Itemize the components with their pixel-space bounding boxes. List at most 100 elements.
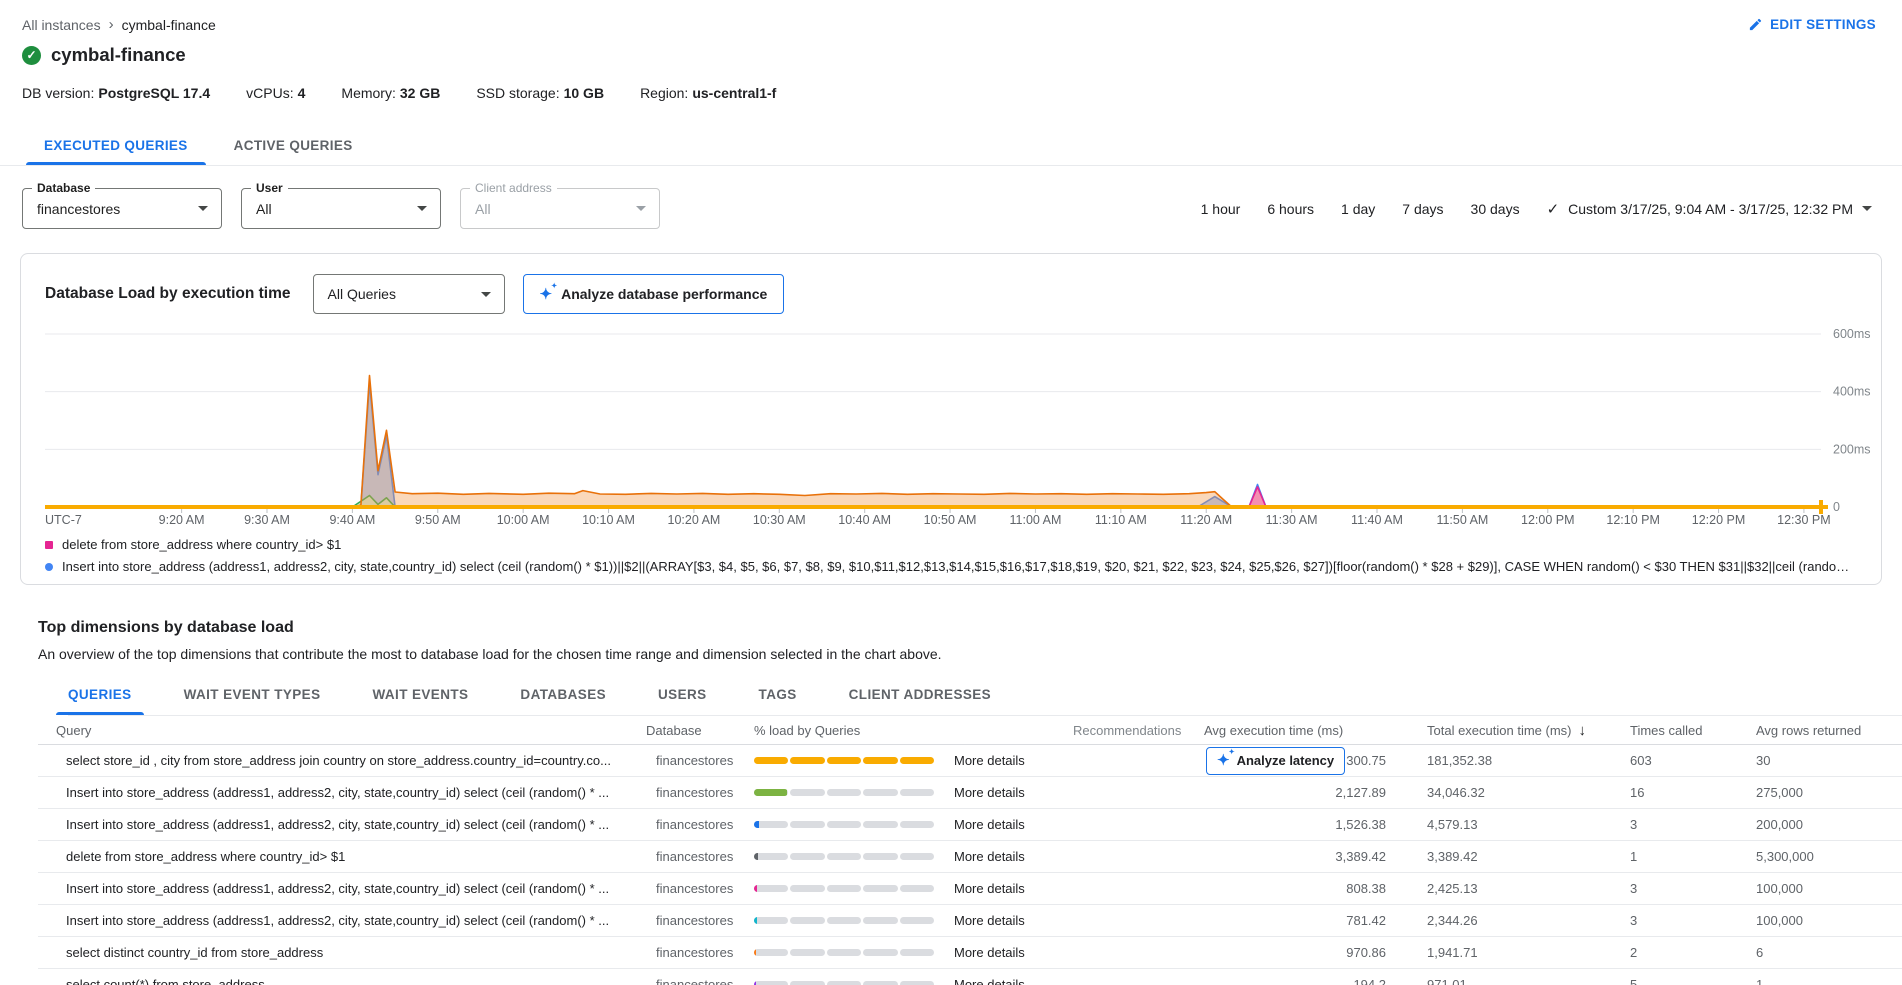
query-dimension-value: All Queries <box>328 286 396 302</box>
more-details-link[interactable]: More details <box>942 817 1054 832</box>
more-details-link[interactable]: More details <box>942 913 1054 928</box>
queries-table: QueryDatabase% load by QueriesRecommenda… <box>38 716 1902 985</box>
meta-label: Memory: <box>341 85 395 101</box>
x-axis-label: 10:00 AM <box>497 513 550 527</box>
time-option-7-days[interactable]: 7 days <box>1402 201 1443 217</box>
analyze-latency-button[interactable]: ✦Analyze latency <box>1206 747 1345 775</box>
column-header-database: Database <box>646 723 754 738</box>
times-called-cell: 2 <box>1622 945 1750 960</box>
load-bar-segment <box>863 981 897 985</box>
query-cell: delete from store_address where country_… <box>56 849 646 864</box>
time-option-30-days[interactable]: 30 days <box>1471 201 1520 217</box>
total-execution-cell: 971.01 <box>1400 977 1622 985</box>
column-header-recommendations: Recommendations <box>1054 723 1182 738</box>
load-bar-segment <box>754 757 788 764</box>
tab-executed-queries[interactable]: EXECUTED QUERIES <box>26 125 206 165</box>
dimension-tab-users[interactable]: USERS <box>658 687 707 715</box>
more-details-link[interactable]: More details <box>942 977 1054 985</box>
dimension-tab-client-addresses[interactable]: CLIENT ADDRESSES <box>849 687 991 715</box>
times-called-cell: 3 <box>1622 913 1750 928</box>
time-option-1-day[interactable]: 1 day <box>1341 201 1375 217</box>
table-row: delete from store_address where country_… <box>38 841 1902 873</box>
avg-execution-cell: 194.2 <box>1182 977 1400 985</box>
avg-execution-value: 781.42 <box>1346 913 1386 928</box>
load-bar-segment <box>827 981 861 985</box>
analyze-database-performance-label: Analyze database performance <box>561 286 767 302</box>
more-details-link[interactable]: More details <box>942 849 1054 864</box>
dimension-tab-tags[interactable]: TAGS <box>759 687 797 715</box>
database-cell: financestores <box>646 881 754 896</box>
avg-execution-cell: 2,127.89 <box>1182 785 1400 800</box>
dimension-tab-wait-events[interactable]: WAIT EVENTS <box>373 687 469 715</box>
time-option-1-hour[interactable]: 1 hour <box>1201 201 1241 217</box>
analyze-database-performance-button[interactable]: ✦ Analyze database performance <box>523 274 785 314</box>
filter-database[interactable]: Databasefinancestores <box>22 188 222 229</box>
filter-user[interactable]: UserAll <box>241 188 441 229</box>
database-load-chart[interactable]: 0200ms400ms600ms9:20 AM9:30 AM9:40 AM9:5… <box>45 322 1883 530</box>
time-option-custom[interactable]: ✓Custom 3/17/25, 9:04 AM - 3/17/25, 12:3… <box>1547 200 1872 218</box>
y-axis-label: 0 <box>1833 500 1840 514</box>
column-header--load-by-queries: % load by Queries <box>754 723 942 738</box>
load-bar-segment <box>863 789 897 796</box>
load-bar-segment <box>754 885 788 892</box>
top-dimensions-title: Top dimensions by database load <box>38 619 1902 637</box>
database-cell: financestores <box>646 817 754 832</box>
top-dimensions-subtitle: An overview of the top dimensions that c… <box>38 646 1902 662</box>
total-execution-cell: 3,389.42 <box>1400 849 1622 864</box>
avg-execution-cell: ✦Analyze latency300.75 <box>1182 747 1400 775</box>
meta-label: SSD storage: <box>476 85 559 101</box>
legend-item[interactable]: delete from store_address where country_… <box>45 537 1881 552</box>
load-bar-segment <box>863 885 897 892</box>
more-details-link[interactable]: More details <box>942 785 1054 800</box>
avg-execution-value: 2,127.89 <box>1335 785 1386 800</box>
check-icon: ✓ <box>1547 200 1560 218</box>
filter-value: All <box>475 201 491 217</box>
meta-label: Region: <box>640 85 688 101</box>
dimension-tab-databases[interactable]: DATABASES <box>520 687 606 715</box>
x-axis-label: 10:10 AM <box>582 513 635 527</box>
load-bar-fill <box>900 757 934 764</box>
filter-label: Database <box>32 181 95 195</box>
legend-item[interactable]: Insert into store_address (address1, add… <box>45 559 1881 574</box>
dimension-tab-wait-event-types[interactable]: WAIT EVENT TYPES <box>184 687 321 715</box>
x-axis-label: 12:20 PM <box>1692 513 1746 527</box>
load-bar-segment <box>754 917 788 924</box>
load-bar-fill <box>754 949 756 956</box>
y-axis-label: 600ms <box>1833 327 1871 341</box>
more-details-link[interactable]: More details <box>942 881 1054 896</box>
x-axis-label: 12:30 PM <box>1777 513 1831 527</box>
time-option-6-hours[interactable]: 6 hours <box>1267 201 1314 217</box>
edit-settings-button[interactable]: EDIT SETTINGS <box>1748 17 1876 32</box>
table-row: Insert into store_address (address1, add… <box>38 809 1902 841</box>
x-axis-label: 12:00 PM <box>1521 513 1575 527</box>
query-dimension-select[interactable]: All Queries <box>313 274 505 314</box>
status-check-icon: ✓ <box>22 46 41 65</box>
load-bar-segment <box>863 821 897 828</box>
instance-title-row: ✓ cymbal-finance <box>0 33 1902 66</box>
chevron-down-icon <box>417 206 427 211</box>
tab-active-queries[interactable]: ACTIVE QUERIES <box>216 125 371 165</box>
more-details-link[interactable]: More details <box>942 753 1054 768</box>
chart-header: Database Load by execution time All Quer… <box>45 274 1881 314</box>
table-row: select store_id , city from store_addres… <box>38 745 1902 777</box>
times-called-cell: 3 <box>1622 881 1750 896</box>
avg-rows-cell: 100,000 <box>1750 881 1895 896</box>
chevron-down-icon <box>198 206 208 211</box>
pencil-icon <box>1748 17 1763 32</box>
load-bar-segment <box>863 949 897 956</box>
more-details-link[interactable]: More details <box>942 945 1054 960</box>
load-bar-segment <box>754 789 788 796</box>
sort-descending-icon[interactable]: ↓ <box>1579 722 1587 739</box>
filter-row: DatabasefinancestoresUserAllClient addre… <box>0 166 1902 229</box>
database-cell: financestores <box>646 913 754 928</box>
load-bar-fill <box>754 789 787 796</box>
load-bar <box>754 917 934 924</box>
column-header-times-called: Times called <box>1622 723 1750 738</box>
breadcrumb-all-instances[interactable]: All instances <box>22 17 101 33</box>
page-title: cymbal-finance <box>51 44 186 66</box>
query-cell: Insert into store_address (address1, add… <box>56 881 646 896</box>
top-dimensions-section: Top dimensions by database load An overv… <box>0 585 1902 985</box>
load-bar-segment <box>790 757 824 764</box>
instance-meta-item: Region:us-central1-f <box>640 85 776 101</box>
dimension-tab-queries[interactable]: QUERIES <box>68 687 132 715</box>
